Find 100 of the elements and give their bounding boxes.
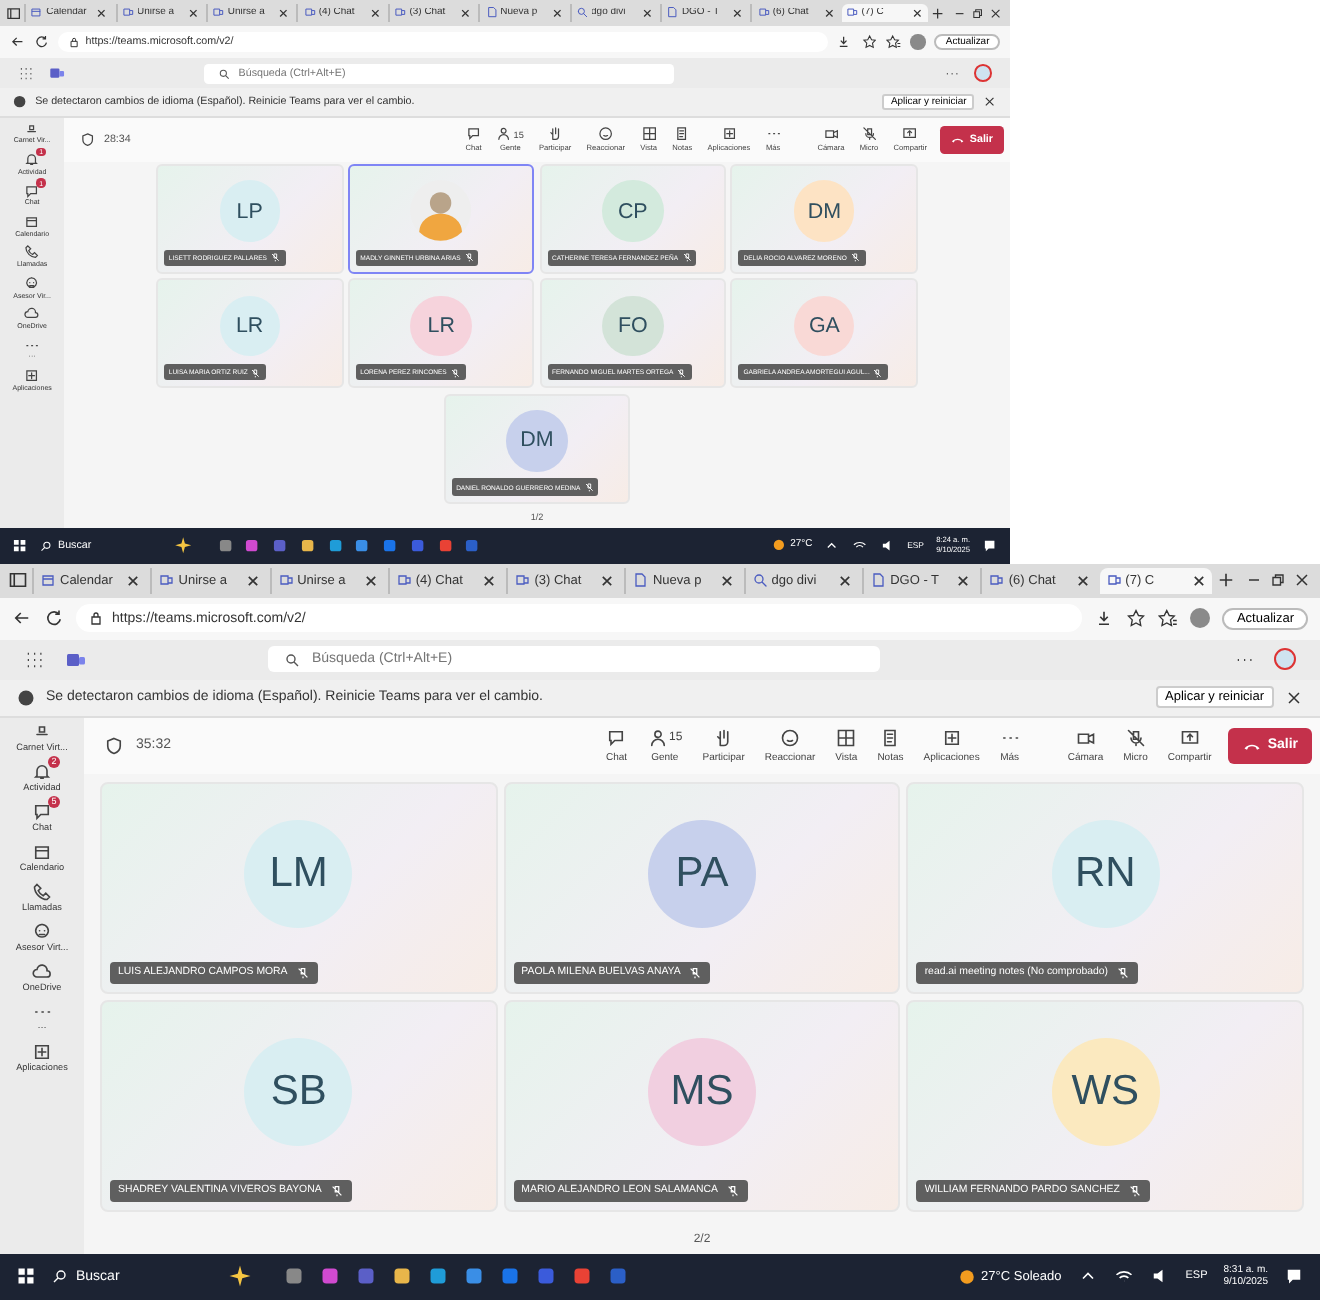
notes-icon (880, 727, 901, 748)
taskbar-app-icon[interactable] (392, 1266, 412, 1287)
notifications-icon[interactable] (982, 537, 998, 554)
app-icon (158, 572, 175, 589)
calendar-icon (32, 841, 52, 862)
app-icon (395, 572, 412, 589)
windows-start-icon[interactable] (16, 1266, 36, 1287)
close-icon[interactable] (1291, 570, 1312, 591)
microphone-muted-icon (583, 481, 595, 493)
sparkle-icon[interactable] (174, 536, 193, 555)
app-icon (988, 572, 1005, 589)
initials-avatar: RN (1051, 819, 1160, 928)
close-icon[interactable] (187, 7, 199, 19)
info-icon (12, 94, 28, 111)
speaker-icon[interactable] (879, 537, 895, 554)
shield-icon (104, 735, 124, 756)
close-icon[interactable] (96, 7, 108, 19)
initials-avatar: PA (648, 819, 756, 928)
close-icon[interactable] (732, 7, 744, 19)
grid-icon (836, 727, 857, 748)
initials-avatar: LR (410, 295, 472, 357)
close-icon[interactable] (245, 573, 260, 588)
user-avatar[interactable] (973, 64, 992, 83)
microphone-muted-icon (250, 367, 262, 378)
microphone-muted-icon (681, 252, 692, 264)
sun-icon (957, 1267, 976, 1286)
search-icon (52, 1268, 68, 1285)
close-icon[interactable] (719, 573, 734, 588)
bell-icon (31, 761, 52, 782)
add-icon (941, 727, 962, 748)
share-icon (1179, 727, 1200, 748)
search-icon (217, 67, 230, 80)
close-icon[interactable] (482, 573, 497, 588)
taskbar-app-icon[interactable] (464, 1266, 484, 1287)
teams-logo-icon (48, 64, 68, 83)
chat-bubble-icon (32, 801, 52, 822)
app-icon (277, 572, 294, 589)
microphone-muted-icon (295, 965, 310, 980)
close-icon[interactable] (956, 573, 971, 588)
star-icon[interactable] (1126, 608, 1147, 629)
download-icon[interactable] (1094, 608, 1115, 629)
sparkle-icon[interactable] (228, 1264, 252, 1289)
microphone-muted-icon (1127, 1183, 1142, 1198)
smiley-icon (780, 727, 800, 748)
app-launcher-icon[interactable] (18, 65, 34, 82)
initials-avatar: GA (793, 295, 855, 357)
microphone-muted-icon (1125, 727, 1146, 748)
close-icon[interactable] (369, 7, 381, 19)
close-icon[interactable] (838, 573, 853, 588)
microphone-muted-icon (449, 367, 461, 378)
add-icon (31, 1041, 52, 1062)
taskbar-app-icon[interactable] (284, 1266, 304, 1287)
taskbar-app-icon[interactable] (428, 1266, 448, 1287)
sun-icon (771, 538, 786, 553)
page-icon (870, 572, 887, 589)
initials-avatar: LR (219, 295, 281, 357)
initials-avatar: DM (793, 180, 855, 243)
tab-list-icon[interactable] (8, 570, 28, 591)
microphone-muted-icon (688, 965, 703, 980)
close-icon[interactable] (460, 7, 471, 19)
initials-avatar: SB (244, 1037, 353, 1146)
reload-icon[interactable] (44, 608, 64, 629)
profile-avatar[interactable] (910, 34, 926, 50)
profile-avatar[interactable] (1190, 608, 1211, 629)
favorites-icon[interactable] (1158, 608, 1179, 629)
microphone-muted-icon (329, 1183, 344, 1198)
user-avatar[interactable] (1274, 648, 1296, 671)
phone-icon (31, 881, 52, 902)
microphone-muted-icon (1116, 965, 1131, 980)
info-icon (16, 687, 36, 708)
taskbar-app-icon[interactable] (320, 1266, 340, 1287)
app-launcher-icon[interactable] (24, 649, 44, 670)
taskbar-app-icon[interactable] (500, 1266, 520, 1287)
lock-icon (88, 610, 104, 627)
microphone-muted-icon (463, 252, 475, 264)
initials-avatar: FO (602, 295, 664, 357)
close-icon[interactable] (363, 573, 378, 588)
initials-avatar: LM (244, 819, 353, 928)
close-icon[interactable] (641, 7, 653, 19)
close-icon[interactable] (551, 7, 562, 19)
close-icon[interactable] (912, 7, 923, 19)
close-icon[interactable] (126, 573, 141, 588)
back-arrow-icon[interactable] (12, 608, 32, 629)
close-icon[interactable] (1191, 573, 1206, 588)
app-icon (1105, 572, 1122, 589)
close-icon[interactable] (1075, 573, 1090, 588)
close-icon[interactable] (600, 573, 615, 588)
microphone-muted-icon (849, 252, 861, 264)
new-tab-icon[interactable] (1215, 570, 1236, 591)
windows-start-icon[interactable] (12, 537, 28, 554)
restore-icon[interactable] (1267, 570, 1288, 591)
microphone-muted-icon (269, 252, 281, 264)
camera-icon (1075, 727, 1096, 748)
people-icon (647, 727, 668, 748)
chat-bubble-icon (606, 727, 627, 748)
close-icon[interactable] (1284, 687, 1304, 708)
notifications-icon[interactable] (1284, 1266, 1304, 1287)
close-icon[interactable] (278, 7, 290, 19)
taskbar-app-icon[interactable] (572, 1266, 592, 1287)
initials-avatar: MS (648, 1037, 756, 1146)
